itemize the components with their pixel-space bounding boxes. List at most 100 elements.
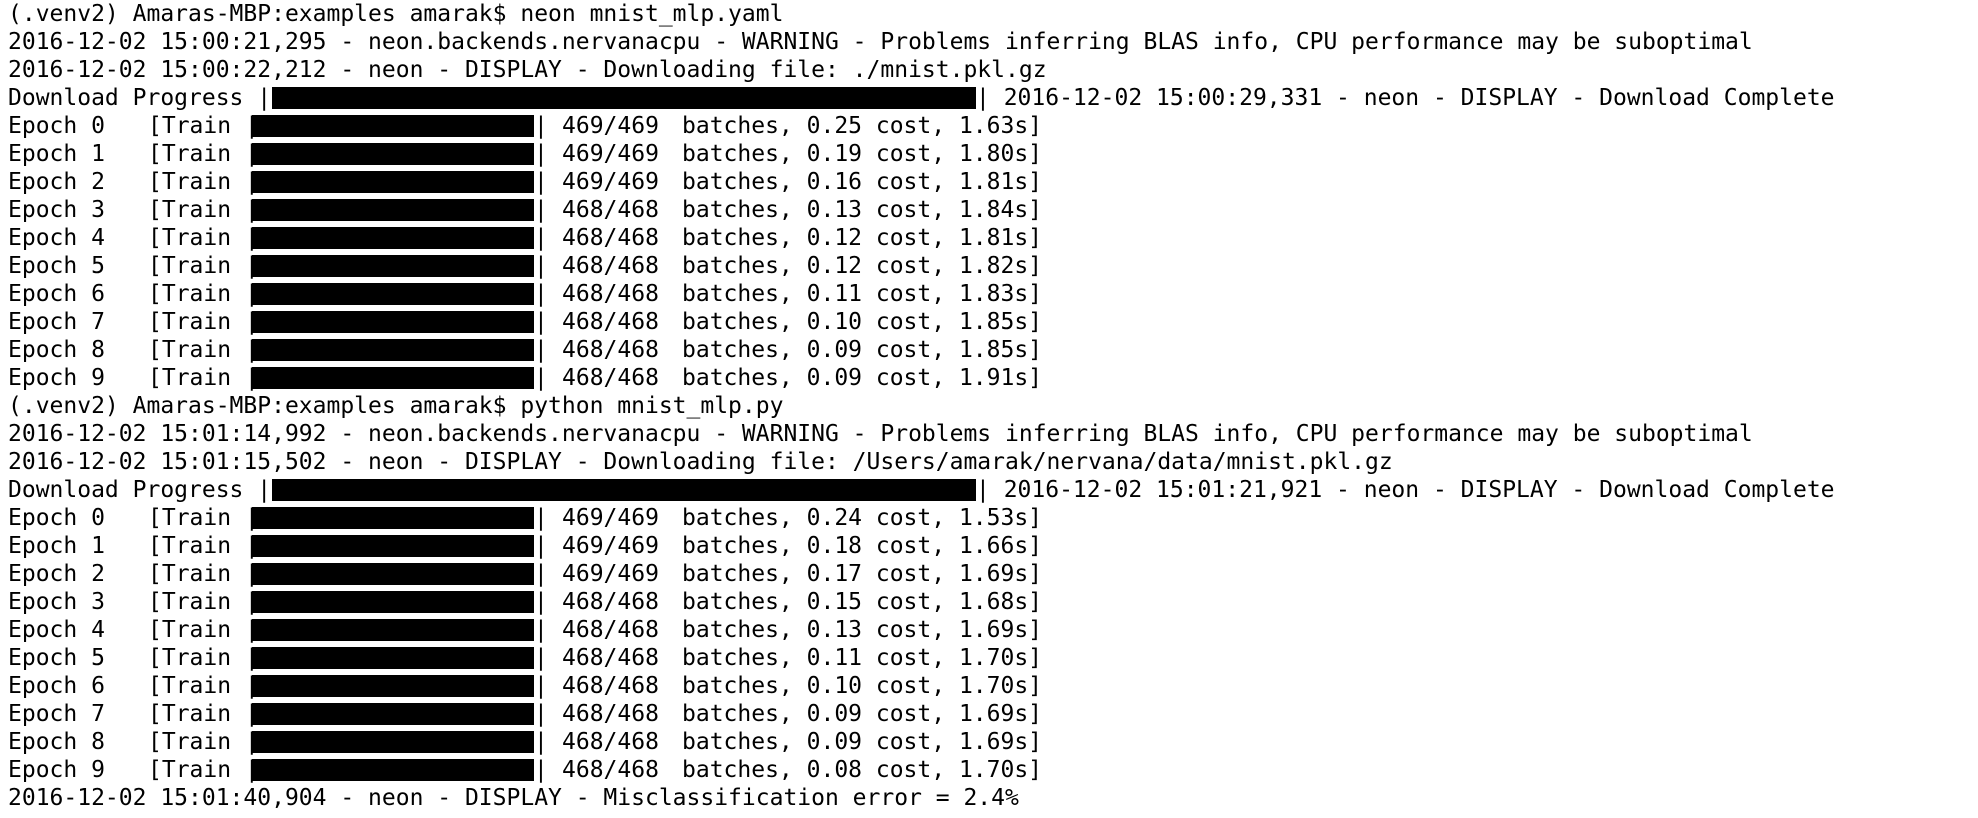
batch-count: 469/469 (562, 505, 659, 531)
download-progress-label: Download Progress | (8, 477, 272, 503)
epoch-label: Epoch 7 (8, 701, 105, 727)
train-label: [Train | (148, 281, 259, 307)
epoch-stats: batches, 0.09 cost, 1.69s] (682, 729, 1043, 755)
epoch-label: Epoch 1 (8, 141, 105, 167)
train-label: [Train | (148, 309, 259, 335)
epoch-label: Epoch 0 (8, 505, 105, 531)
epoch-progress-bar (252, 255, 534, 277)
epoch-progress-bar (252, 703, 534, 725)
epoch-row: Epoch 3 [Train | | 468/468 batches, 0.13 cos… (8, 196, 1970, 224)
train-label: [Train | (148, 337, 259, 363)
epoch-progress-bar (252, 171, 534, 193)
batch-count: 468/468 (562, 729, 659, 755)
epoch-label: Epoch 1 (8, 533, 105, 559)
batch-count: 469/469 (562, 533, 659, 559)
train-label: [Train | (148, 197, 259, 223)
epoch-label: Epoch 9 (8, 365, 105, 391)
downloading-log-line: 2016-12-02 15:01:15,502 - neon - DISPLAY… (8, 449, 1393, 475)
epoch-stats: batches, 0.18 cost, 1.66s] (682, 533, 1043, 559)
epoch-stats: batches, 0.24 cost, 1.53s] (682, 505, 1043, 531)
epoch-stats: batches, 0.11 cost, 1.83s] (682, 281, 1043, 307)
progress-bar-end: | (534, 617, 548, 643)
epoch-stats: batches, 0.16 cost, 1.81s] (682, 169, 1043, 195)
epoch-row: Epoch 0 [Train | | 469/469 batches, 0.25 cos… (8, 112, 1970, 140)
epoch-row: Epoch 2 [Train | | 469/469 batches, 0.16 cos… (8, 168, 1970, 196)
download-complete-text: | 2016-12-02 15:01:21,921 - neon - DISPL… (976, 477, 1835, 503)
epoch-progress-bar (252, 199, 534, 221)
epoch-row: Epoch 6 [Train | | 468/468 batches, 0.11 cos… (8, 280, 1970, 308)
epoch-label: Epoch 4 (8, 225, 105, 251)
epoch-row: Epoch 7 [Train | | 468/468 batches, 0.10 cos… (8, 308, 1970, 336)
batch-count: 468/468 (562, 617, 659, 643)
epoch-row: Epoch 8 [Train | | 468/468 batches, 0.09 cos… (8, 336, 1970, 364)
epoch-progress-bar (252, 535, 534, 557)
progress-bar-end: | (534, 757, 548, 783)
progress-bar-end: | (534, 141, 548, 167)
epoch-row: Epoch 4 [Train | | 468/468 batches, 0.13 cos… (8, 616, 1970, 644)
train-label: [Train | (148, 617, 259, 643)
batch-count: 468/468 (562, 225, 659, 251)
progress-bar-end: | (534, 365, 548, 391)
epoch-row: Epoch 0 [Train | | 469/469 batches, 0.24 cos… (8, 504, 1970, 532)
train-label: [Train | (148, 561, 259, 587)
epoch-progress-bar (252, 591, 534, 613)
epoch-stats: batches, 0.25 cost, 1.63s] (682, 113, 1043, 139)
batch-count: 468/468 (562, 253, 659, 279)
progress-bar-end: | (534, 197, 548, 223)
epoch-progress-bar (252, 619, 534, 641)
train-label: [Train | (148, 365, 259, 391)
epoch-label: Epoch 8 (8, 729, 105, 755)
download-progress-bar (272, 479, 976, 501)
train-label: [Train | (148, 505, 259, 531)
train-label: [Train | (148, 589, 259, 615)
download-complete-text: | 2016-12-02 15:00:29,331 - neon - DISPL… (976, 85, 1835, 111)
progress-bar-end: | (534, 589, 548, 615)
progress-bar-end: | (534, 701, 548, 727)
batch-count: 468/468 (562, 197, 659, 223)
batch-count: 468/468 (562, 337, 659, 363)
train-label: [Train | (148, 225, 259, 251)
epoch-label: Epoch 6 (8, 673, 105, 699)
progress-bar-end: | (534, 253, 548, 279)
epoch-stats: batches, 0.17 cost, 1.69s] (682, 561, 1043, 587)
warning-log-line: 2016-12-02 15:00:21,295 - neon.backends.… (8, 29, 1753, 55)
epoch-label: Epoch 3 (8, 589, 105, 615)
progress-bar-end: | (534, 281, 548, 307)
batch-count: 468/468 (562, 673, 659, 699)
epoch-row: Epoch 9 [Train | | 468/468 batches, 0.08 cos… (8, 756, 1970, 784)
batch-count: 468/468 (562, 281, 659, 307)
epoch-progress-bar (252, 339, 534, 361)
epoch-progress-bar (252, 647, 534, 669)
progress-bar-end: | (534, 113, 548, 139)
epoch-stats: batches, 0.10 cost, 1.85s] (682, 309, 1043, 335)
train-label: [Train | (148, 673, 259, 699)
batch-count: 469/469 (562, 141, 659, 167)
epoch-progress-bar (252, 507, 534, 529)
epoch-stats: batches, 0.12 cost, 1.82s] (682, 253, 1043, 279)
train-label: [Train | (148, 757, 259, 783)
progress-bar-end: | (534, 645, 548, 671)
terminal-output[interactable]: (.venv2) Amaras-MBP:examples amarak$ neo… (8, 0, 1970, 818)
epoch-progress-bar (252, 367, 534, 389)
downloading-log-line: 2016-12-02 15:00:22,212 - neon - DISPLAY… (8, 57, 1047, 83)
download-progress-label: Download Progress | (8, 85, 272, 111)
download-progress-line: Download Progress | | 2016-12-02 15:00:29… (8, 84, 1970, 112)
epoch-row: Epoch 1 [Train | | 469/469 batches, 0.19 cos… (8, 140, 1970, 168)
epoch-row: Epoch 2 [Train | | 469/469 batches, 0.17 cos… (8, 560, 1970, 588)
download-progress-line: Download Progress | | 2016-12-02 15:01:21… (8, 476, 1970, 504)
epoch-stats: batches, 0.09 cost, 1.85s] (682, 337, 1043, 363)
train-label: [Train | (148, 701, 259, 727)
batch-count: 469/469 (562, 169, 659, 195)
epoch-progress-bar (252, 563, 534, 585)
warning-log-line: 2016-12-02 15:01:14,992 - neon.backends.… (8, 421, 1753, 447)
epoch-label: Epoch 8 (8, 337, 105, 363)
batch-count: 468/468 (562, 365, 659, 391)
epoch-label: Epoch 0 (8, 113, 105, 139)
epoch-row: Epoch 7 [Train | | 468/468 batches, 0.09 cos… (8, 700, 1970, 728)
epoch-row: Epoch 4 [Train | | 468/468 batches, 0.12 cos… (8, 224, 1970, 252)
epoch-row: Epoch 3 [Train | | 468/468 batches, 0.15 cos… (8, 588, 1970, 616)
epoch-progress-bar (252, 227, 534, 249)
progress-bar-end: | (534, 169, 548, 195)
epoch-row: Epoch 9 [Train | | 468/468 batches, 0.09 cos… (8, 364, 1970, 392)
batch-count: 468/468 (562, 645, 659, 671)
